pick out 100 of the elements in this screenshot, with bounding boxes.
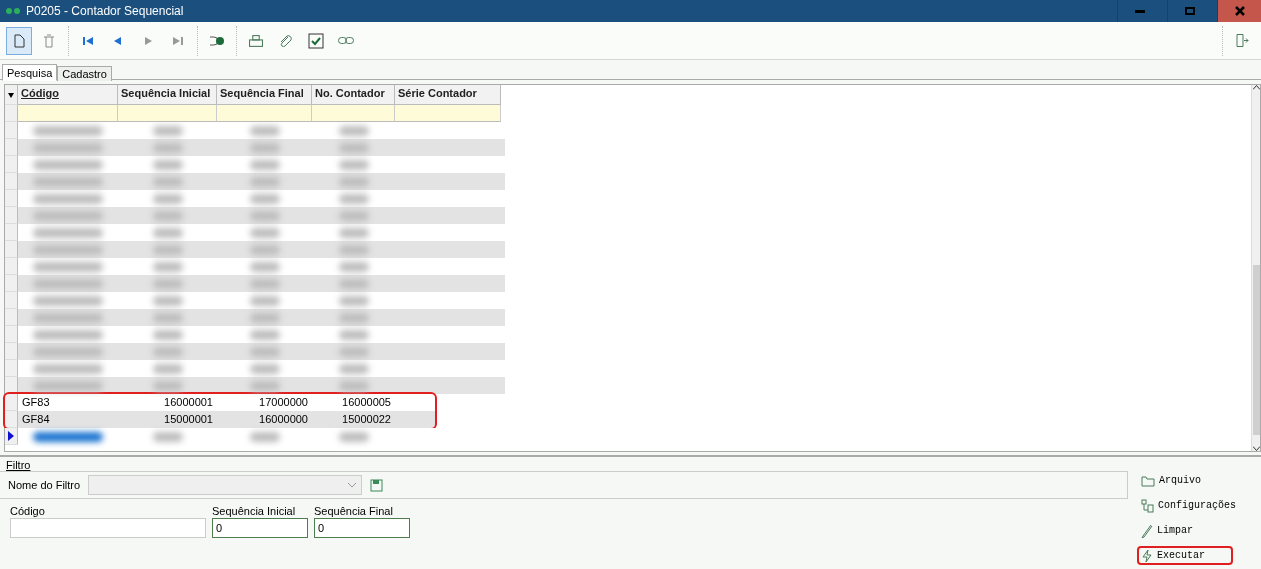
blurred-text xyxy=(33,176,103,187)
blurred-text xyxy=(249,329,280,340)
table-cell-text: 16000000 xyxy=(258,412,309,427)
column-header[interactable]: Série Contador xyxy=(395,85,501,105)
row-header xyxy=(5,258,18,275)
blurred-text xyxy=(33,278,103,289)
blurred-text xyxy=(33,193,103,204)
row-header xyxy=(5,292,18,309)
save-icon[interactable] xyxy=(370,478,384,492)
row-header xyxy=(5,224,18,241)
action-button[interactable]: Executar xyxy=(1137,546,1233,565)
printer-icon xyxy=(249,34,263,47)
blurred-text xyxy=(338,125,369,136)
table-cell-text: 16000005 xyxy=(341,395,392,410)
blurred-text xyxy=(33,346,103,357)
blurred-text xyxy=(338,210,369,221)
field-label: Código xyxy=(10,505,45,517)
row-header xyxy=(5,343,18,360)
checkbox-icon xyxy=(308,32,324,49)
current-row-icon xyxy=(8,431,14,441)
close-button[interactable] xyxy=(1217,0,1261,22)
blurred-text xyxy=(249,176,280,187)
tree-icon xyxy=(1141,498,1154,513)
blurred-text xyxy=(152,244,183,255)
column-header[interactable]: Sequência Final xyxy=(217,85,312,105)
row-header xyxy=(5,190,18,207)
field-label: Sequência Final xyxy=(314,505,393,517)
blurred-text xyxy=(249,159,280,170)
column-header[interactable]: Sequência Inicial xyxy=(118,85,217,105)
filter-cell[interactable] xyxy=(395,105,501,122)
row-header xyxy=(5,173,18,190)
blurred-text xyxy=(33,142,103,153)
filter-group-title: Filtro xyxy=(6,459,31,471)
blurred-text xyxy=(152,346,183,357)
field-label: Nome do Filtro xyxy=(8,479,81,491)
filter-cell[interactable] xyxy=(118,105,217,122)
blurred-text xyxy=(152,176,183,187)
input-field[interactable]: 0 xyxy=(212,518,308,538)
row-header xyxy=(5,241,18,258)
close-icon xyxy=(1234,6,1245,16)
document-icon xyxy=(13,33,25,48)
table-cell-text: GF83 xyxy=(21,395,51,410)
blurred-text xyxy=(152,312,183,323)
filter-name-dropdown[interactable] xyxy=(88,475,363,495)
row-header xyxy=(5,275,18,292)
blurred-text xyxy=(33,312,103,323)
field-label: Sequência Inicial xyxy=(212,505,296,517)
trash-icon xyxy=(43,33,55,48)
column-header[interactable]: No. Contador xyxy=(312,85,395,105)
table-row[interactable]: GF84 15000001 16000000 15000022 xyxy=(5,411,435,428)
filter-cell[interactable] xyxy=(312,105,395,122)
blurred-text xyxy=(33,431,103,442)
blurred-text xyxy=(152,380,183,391)
filter-cell[interactable] xyxy=(217,105,312,122)
row-header xyxy=(5,309,18,326)
table-row[interactable] xyxy=(5,377,505,394)
blurred-text xyxy=(338,329,369,340)
action-button[interactable]: Limpar xyxy=(1137,521,1233,540)
paperclip-icon xyxy=(280,34,292,47)
blurred-text xyxy=(33,125,103,136)
blurred-text xyxy=(338,142,369,153)
caret-down-icon xyxy=(8,91,14,98)
app-logo-icon xyxy=(6,8,20,14)
lightning-icon xyxy=(1141,548,1153,563)
link-icon xyxy=(338,37,354,44)
table-cell-text: 15000022 xyxy=(341,412,392,427)
blurred-text xyxy=(338,244,369,255)
row-header xyxy=(5,207,18,224)
chevron-down-icon xyxy=(1252,446,1260,451)
triangle-right-icon xyxy=(143,35,153,46)
blurred-text xyxy=(152,227,183,238)
blurred-text xyxy=(338,261,369,272)
filter-cell[interactable] xyxy=(18,105,118,122)
blurred-text xyxy=(33,329,103,340)
tab[interactable]: Cadastro xyxy=(57,66,112,81)
table-cell-text: GF84 xyxy=(21,412,51,427)
input-field[interactable]: 0 xyxy=(314,518,410,538)
vertical-scrollbar[interactable] xyxy=(1251,85,1260,451)
blurred-text xyxy=(249,380,280,391)
blurred-text xyxy=(338,380,369,391)
tab[interactable]: Pesquisa xyxy=(2,64,58,81)
pen-icon xyxy=(1141,523,1153,538)
action-button[interactable]: Configurações xyxy=(1137,496,1240,515)
column-header[interactable]: Código xyxy=(18,85,118,105)
scrollbar-thumb[interactable] xyxy=(1253,265,1260,435)
row-header xyxy=(5,411,18,428)
row-header xyxy=(5,394,18,411)
blurred-text xyxy=(249,210,280,221)
table-cell-text: 16000001 xyxy=(163,395,214,410)
blurred-text xyxy=(338,176,369,187)
new-document-button[interactable] xyxy=(6,26,32,55)
blurred-text xyxy=(33,159,103,170)
blurred-text xyxy=(338,295,369,306)
action-button[interactable]: Arquivo xyxy=(1137,471,1233,490)
blurred-text xyxy=(152,125,183,136)
blurred-text xyxy=(33,261,103,272)
window-title: P0205 - Contador Sequencial xyxy=(26,4,185,18)
blurred-text xyxy=(152,142,183,153)
input-field[interactable] xyxy=(10,518,206,538)
blurred-text xyxy=(338,227,369,238)
